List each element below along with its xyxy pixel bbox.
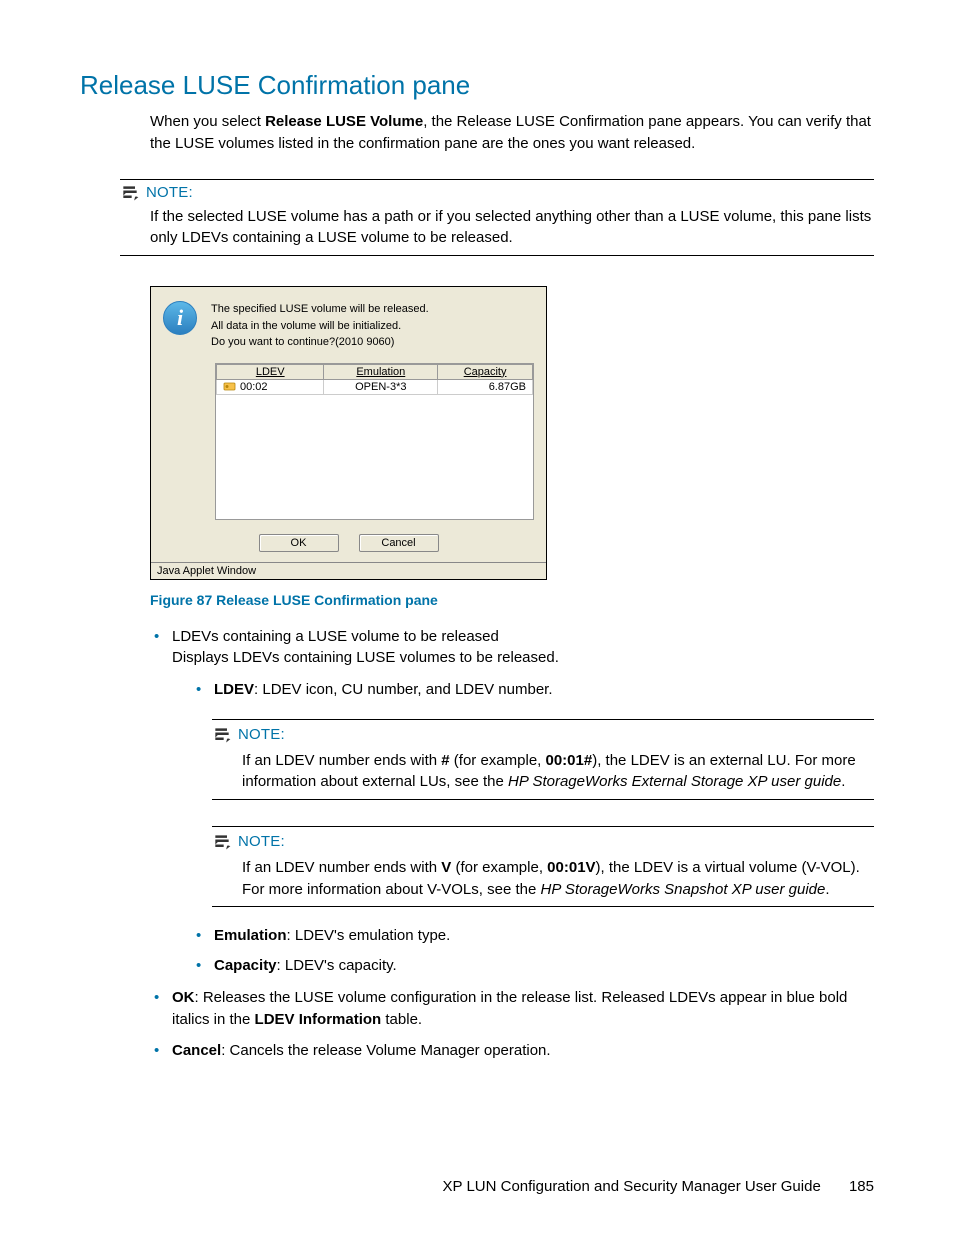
note-block-1: NOTE: If the selected LUSE volume has a … [120,179,874,257]
t: If an LDEV number ends with [242,752,441,769]
note-block-3: NOTE: If an LDEV number ends with V (for… [212,826,874,907]
list-item: Emulation: LDEV's emulation type. [192,925,874,947]
cell-ldev: 00:02 [240,381,268,393]
list-item: LDEV: LDEV icon, CU number, and LDEV num… [192,679,874,701]
intro-paragraph: When you select Release LUSE Volume, the… [150,111,874,155]
applet-msg-line3: Do you want to continue?(2010 9060) [211,334,429,351]
page-title: Release LUSE Confirmation pane [80,70,874,101]
t-bold: # [441,752,449,769]
list-item: Cancel: Cancels the release Volume Manag… [150,1040,874,1062]
col-ldev[interactable]: LDEV [217,364,324,379]
applet-msg-line2: All data in the volume will be initializ… [211,318,429,335]
note-body-1: If the selected LUSE volume has a path o… [150,206,874,250]
t-italic: HP StorageWorks Snapshot XP user guide [540,881,825,898]
bullet-ok-label: OK [172,989,195,1006]
t-italic: HP StorageWorks External Storage XP user… [508,773,841,790]
note-label: NOTE: [146,184,193,201]
applet-dialog: i The specified LUSE volume will be rele… [150,286,547,580]
sub-label-capacity: Capacity [214,957,277,974]
bullet-ok-b2: LDEV Information [255,1011,382,1028]
t-bold: 00:01# [546,752,593,769]
cell-emulation: OPEN-3*3 [324,379,438,394]
ldev-icon [223,381,236,392]
note-block-2: NOTE: If an LDEV number ends with # (for… [212,719,874,800]
t: . [825,881,829,898]
applet-msg-line1: The specified LUSE volume will be releas… [211,301,429,318]
list-item: Capacity: LDEV's capacity. [192,955,874,977]
col-emulation[interactable]: Emulation [324,364,438,379]
note-body-2: If an LDEV number ends with # (for examp… [242,750,874,794]
figure-87-image: i The specified LUSE volume will be rele… [150,286,874,580]
t-bold: 00:01V [547,859,595,876]
footer-title: XP LUN Configuration and Security Manage… [443,1178,821,1195]
sub-text-capacity: : LDEV's capacity. [277,957,397,974]
col-capacity[interactable]: Capacity [438,364,533,379]
bullet-cancel-label: Cancel [172,1042,221,1059]
bullet-ok-p2: table. [381,1011,422,1028]
t: (for example, [450,752,546,769]
bullet1-line1: LDEVs containing a LUSE volume to be rel… [172,628,499,645]
note-icon [212,833,232,851]
applet-table: LDEV Emulation Capacity 00:02 OPEN-3*3 6… [215,363,534,520]
applet-message: The specified LUSE volume will be releas… [211,301,429,351]
note-icon [120,184,140,202]
ok-button[interactable]: OK [259,534,339,552]
sub-label-emulation: Emulation [214,927,287,944]
bullet-cancel-text: : Cancels the release Volume Manager ope… [221,1042,550,1059]
note-label: NOTE: [238,724,285,746]
page-footer: XP LUN Configuration and Security Manage… [443,1178,874,1195]
bullet1-line2: Displays LDEVs containing LUSE volumes t… [172,649,559,666]
page-number: 185 [849,1178,874,1195]
sub-text-emulation: : LDEV's emulation type. [287,927,451,944]
applet-status-bar: Java Applet Window [151,562,546,579]
t: (for example, [451,859,547,876]
cancel-button[interactable]: Cancel [359,534,439,552]
intro-text-prefix: When you select [150,113,265,130]
list-item: OK: Releases the LUSE volume configurati… [150,987,874,1031]
note-label: NOTE: [238,831,285,853]
t: . [841,773,845,790]
list-item: LDEVs containing a LUSE volume to be rel… [150,626,874,977]
sub-label-ldev: LDEV [214,681,254,698]
figure-caption: Figure 87 Release LUSE Confirmation pane [150,592,874,608]
t-bold: V [441,859,451,876]
cell-capacity: 6.87GB [438,379,533,394]
info-icon: i [163,301,197,335]
note-icon [212,726,232,744]
sub-text-ldev: : LDEV icon, CU number, and LDEV number. [254,681,552,698]
t: If an LDEV number ends with [242,859,441,876]
intro-bold: Release LUSE Volume [265,113,423,130]
note-body-3: If an LDEV number ends with V (for examp… [242,857,874,901]
table-row[interactable]: 00:02 OPEN-3*3 6.87GB [217,379,533,394]
